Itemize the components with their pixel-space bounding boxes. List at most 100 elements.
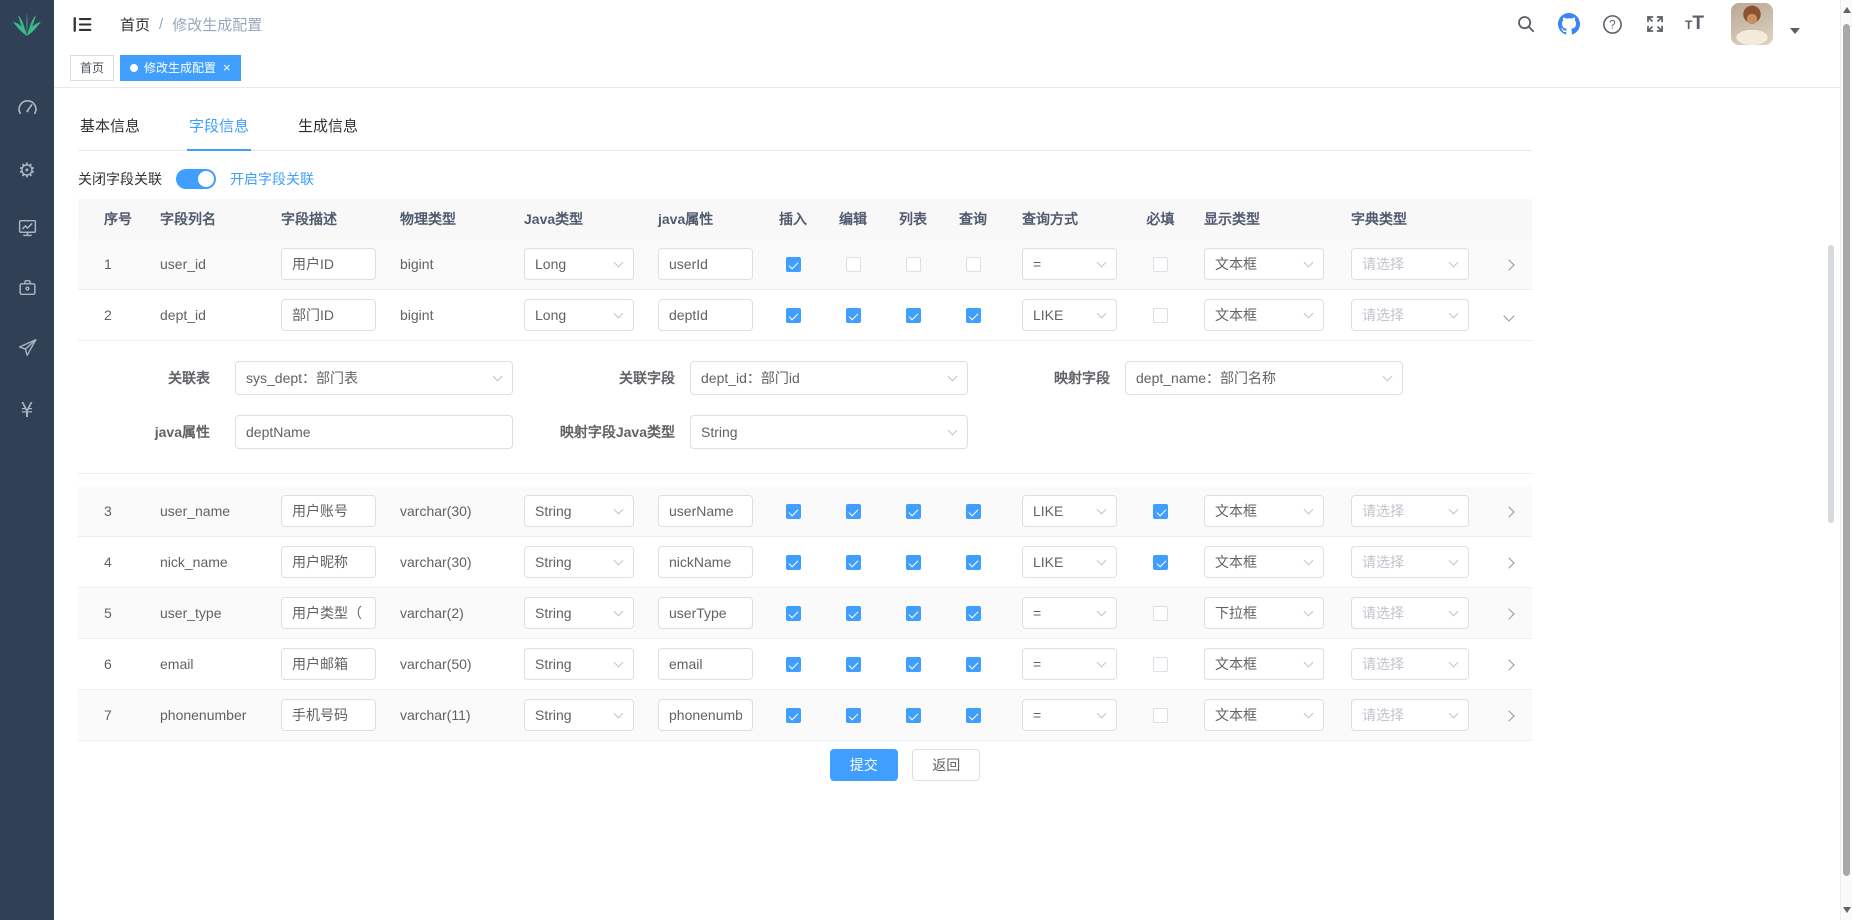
- java-field-input[interactable]: [658, 495, 753, 527]
- html-type-select[interactable]: 文本框: [1204, 299, 1324, 331]
- insert-checkbox[interactable]: [786, 555, 801, 570]
- java-attr-input[interactable]: [235, 415, 513, 449]
- app-logo[interactable]: [0, 0, 54, 52]
- tab-basic-info[interactable]: 基本信息: [78, 105, 142, 150]
- edit-checkbox[interactable]: [846, 555, 861, 570]
- edit-checkbox[interactable]: [846, 606, 861, 621]
- java-type-select[interactable]: String: [524, 648, 634, 680]
- row-expand-toggle[interactable]: [1503, 506, 1514, 517]
- sidebar-item-job[interactable]: [0, 260, 54, 320]
- required-checkbox[interactable]: [1153, 504, 1168, 519]
- tab-generate-info[interactable]: 生成信息: [296, 105, 360, 150]
- query-checkbox[interactable]: [966, 504, 981, 519]
- list-checkbox[interactable]: [906, 657, 921, 672]
- description-input[interactable]: [281, 495, 376, 527]
- html-type-select[interactable]: 下拉框: [1204, 597, 1324, 629]
- java-field-input[interactable]: [658, 546, 753, 578]
- html-type-select[interactable]: 文本框: [1204, 546, 1324, 578]
- java-field-input[interactable]: [658, 699, 753, 731]
- required-checkbox[interactable]: [1153, 606, 1168, 621]
- dict-type-select[interactable]: 请选择: [1351, 495, 1469, 527]
- search-icon[interactable]: [1513, 11, 1539, 37]
- insert-checkbox[interactable]: [786, 708, 801, 723]
- java-type-select[interactable]: Long: [524, 248, 634, 280]
- java-type-select[interactable]: Long: [524, 299, 634, 331]
- required-checkbox[interactable]: [1153, 555, 1168, 570]
- scrollbar-up-arrow[interactable]: [1843, 7, 1851, 13]
- tag-close-icon[interactable]: ×: [223, 60, 231, 75]
- query-type-select[interactable]: LIKE: [1022, 299, 1117, 331]
- scrollbar-down-arrow[interactable]: [1843, 907, 1851, 913]
- list-checkbox[interactable]: [906, 606, 921, 621]
- description-input[interactable]: [281, 546, 376, 578]
- dict-type-select[interactable]: 请选择: [1351, 699, 1469, 731]
- java-type-select[interactable]: String: [524, 546, 634, 578]
- description-input[interactable]: [281, 597, 376, 629]
- insert-checkbox[interactable]: [786, 606, 801, 621]
- row-expand-toggle[interactable]: [1503, 310, 1514, 321]
- query-checkbox[interactable]: [966, 657, 981, 672]
- sidebar-item-finance[interactable]: ¥: [0, 380, 54, 440]
- java-field-input[interactable]: [658, 248, 753, 280]
- fullscreen-icon[interactable]: [1642, 11, 1668, 37]
- list-checkbox[interactable]: [906, 708, 921, 723]
- sidebar-collapse-icon[interactable]: [72, 13, 94, 35]
- description-input[interactable]: [281, 248, 376, 280]
- required-checkbox[interactable]: [1153, 708, 1168, 723]
- content-scrollbar-thumb[interactable]: [1828, 245, 1834, 523]
- query-checkbox[interactable]: [966, 308, 981, 323]
- java-field-input[interactable]: [658, 597, 753, 629]
- row-expand-toggle[interactable]: [1503, 659, 1514, 670]
- row-expand-toggle[interactable]: [1503, 259, 1514, 270]
- row-expand-toggle[interactable]: [1503, 557, 1514, 568]
- mapping-java-type-select[interactable]: String: [690, 415, 968, 449]
- browser-scrollbar[interactable]: [1840, 0, 1852, 920]
- query-type-select[interactable]: LIKE: [1022, 495, 1117, 527]
- query-type-select[interactable]: =: [1022, 648, 1117, 680]
- dict-type-select[interactable]: 请选择: [1351, 546, 1469, 578]
- query-type-select[interactable]: LIKE: [1022, 546, 1117, 578]
- sidebar-item-system[interactable]: ⚙: [0, 140, 54, 200]
- dict-type-select[interactable]: 请选择: [1351, 648, 1469, 680]
- row-expand-toggle[interactable]: [1503, 608, 1514, 619]
- query-checkbox[interactable]: [966, 606, 981, 621]
- insert-checkbox[interactable]: [786, 257, 801, 272]
- html-type-select[interactable]: 文本框: [1204, 248, 1324, 280]
- insert-checkbox[interactable]: [786, 308, 801, 323]
- query-type-select[interactable]: =: [1022, 597, 1117, 629]
- avatar-caret-icon[interactable]: [1790, 28, 1800, 34]
- dict-type-select[interactable]: 请选择: [1351, 597, 1469, 629]
- submit-button[interactable]: 提交: [830, 749, 898, 781]
- query-checkbox[interactable]: [966, 708, 981, 723]
- java-type-select[interactable]: String: [524, 495, 634, 527]
- relation-table-select[interactable]: sys_dept：部门表: [235, 361, 513, 395]
- scrollbar-thumb[interactable]: [1843, 24, 1850, 876]
- insert-checkbox[interactable]: [786, 657, 801, 672]
- query-checkbox[interactable]: [966, 555, 981, 570]
- edit-checkbox[interactable]: [846, 708, 861, 723]
- user-avatar[interactable]: [1731, 3, 1773, 45]
- github-icon[interactable]: [1556, 11, 1582, 37]
- required-checkbox[interactable]: [1153, 657, 1168, 672]
- query-checkbox[interactable]: [966, 257, 981, 272]
- java-type-select[interactable]: String: [524, 699, 634, 731]
- list-checkbox[interactable]: [906, 555, 921, 570]
- dict-type-select[interactable]: 请选择: [1351, 248, 1469, 280]
- tab-field-info[interactable]: 字段信息: [187, 105, 251, 150]
- html-type-select[interactable]: 文本框: [1204, 495, 1324, 527]
- java-type-select[interactable]: String: [524, 597, 634, 629]
- field-relation-switch[interactable]: [176, 169, 216, 189]
- html-type-select[interactable]: 文本框: [1204, 648, 1324, 680]
- query-type-select[interactable]: =: [1022, 699, 1117, 731]
- list-checkbox[interactable]: [906, 257, 921, 272]
- edit-checkbox[interactable]: [846, 308, 861, 323]
- tag-current[interactable]: 修改生成配置 ×: [120, 55, 241, 81]
- java-field-input[interactable]: [658, 648, 753, 680]
- font-size-icon[interactable]: TT: [1685, 13, 1704, 35]
- insert-checkbox[interactable]: [786, 504, 801, 519]
- query-type-select[interactable]: =: [1022, 248, 1117, 280]
- list-checkbox[interactable]: [906, 504, 921, 519]
- description-input[interactable]: [281, 699, 376, 731]
- required-checkbox[interactable]: [1153, 257, 1168, 272]
- description-input[interactable]: [281, 648, 376, 680]
